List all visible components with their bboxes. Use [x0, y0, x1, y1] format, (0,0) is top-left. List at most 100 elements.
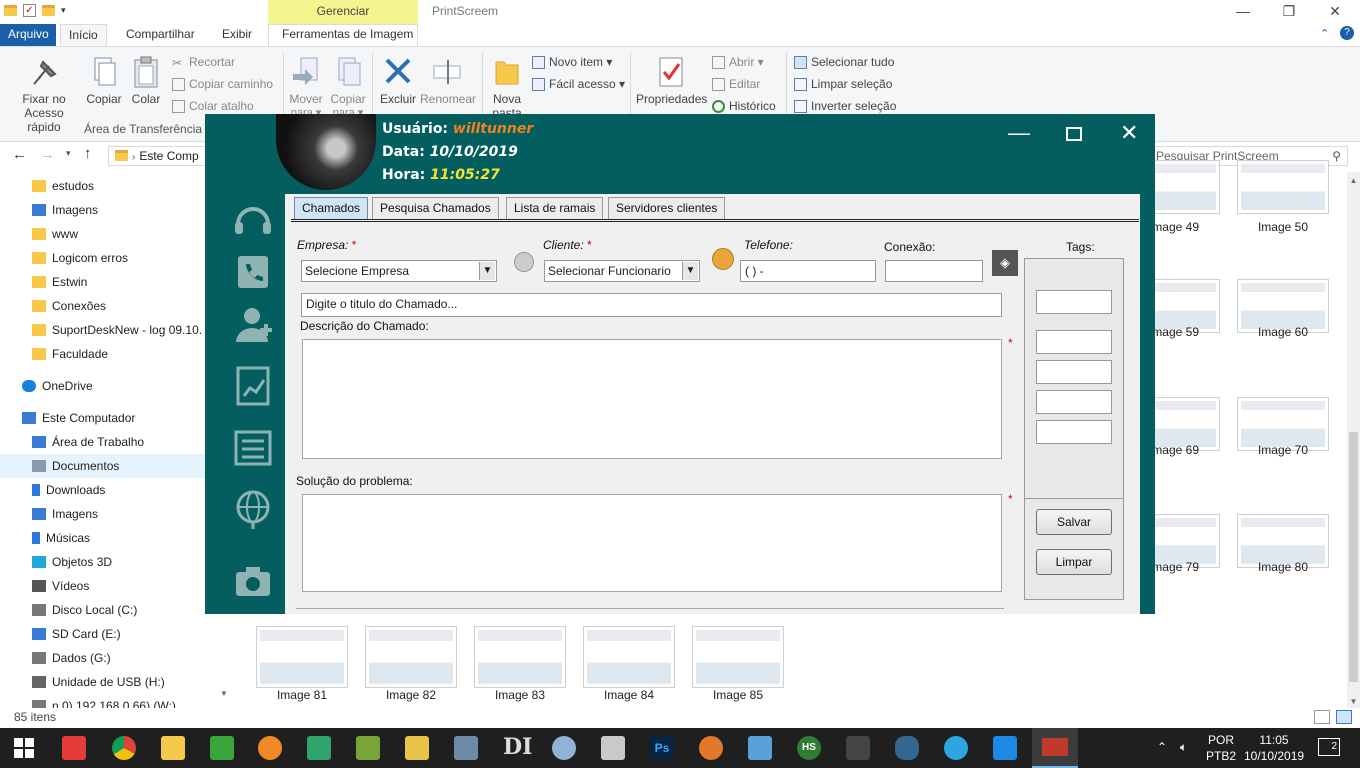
scroll-down-icon[interactable]: ▼: [1347, 697, 1360, 706]
nav-item[interactable]: Este Computador: [0, 406, 210, 430]
up-arrow-icon[interactable]: ↑: [84, 145, 92, 162]
pin-quick-access-button[interactable]: Fixar no Acesso rápido: [6, 56, 82, 134]
nav-item[interactable]: Vídeos: [0, 574, 210, 598]
tab-servidores-clientes[interactable]: Servidores clientes: [608, 197, 726, 220]
image-thumbnail[interactable]: [365, 626, 457, 688]
windows-start-icon[interactable]: [14, 738, 34, 761]
maximize-button[interactable]: ❐: [1266, 0, 1312, 24]
paste-shortcut-button[interactable]: Colar atalho: [172, 99, 254, 113]
nav-item[interactable]: Dados (G:): [0, 646, 210, 670]
image-thumbnail[interactable]: [583, 626, 675, 688]
tab-file[interactable]: Arquivo: [0, 24, 56, 46]
nav-item[interactable]: Estwin: [0, 270, 210, 294]
tab-home[interactable]: Início: [60, 24, 107, 46]
paste-button[interactable]: Colar: [128, 56, 164, 106]
nav-item[interactable]: Objetos 3D: [0, 550, 210, 574]
app-close-icon[interactable]: ✕: [1120, 120, 1138, 146]
nav-item[interactable]: Imagens: [0, 502, 210, 526]
open-button[interactable]: Abrir ▾: [712, 55, 764, 69]
nav-item[interactable]: SuportDeskNew - log 09.10.: [0, 318, 210, 342]
nav-item[interactable]: Faculdade: [0, 342, 210, 366]
tag-input[interactable]: [1036, 360, 1112, 384]
file-explorer-icon[interactable]: [161, 736, 185, 760]
cut-button[interactable]: ✂ Recortar: [172, 55, 235, 70]
app-minimize-icon[interactable]: —: [1008, 120, 1030, 146]
nav-item[interactable]: SD Card (E:): [0, 622, 210, 646]
address-bar[interactable]: › Este Comp: [108, 146, 208, 166]
tray-expand-icon[interactable]: ⌃: [1157, 740, 1167, 754]
network-globe-icon[interactable]: [232, 490, 274, 530]
minimize-button[interactable]: —: [1220, 0, 1266, 24]
taskbar-app-icon[interactable]: [699, 736, 723, 760]
tab-chamados[interactable]: Chamados: [294, 197, 369, 220]
taskbar-app-icon[interactable]: [405, 736, 429, 760]
nav-item[interactable]: www: [0, 222, 210, 246]
chrome-icon[interactable]: [112, 736, 136, 760]
cliente-person-icon[interactable]: [712, 248, 734, 270]
checklist-icon[interactable]: [232, 428, 274, 468]
vscode-icon[interactable]: [993, 736, 1017, 760]
nav-item[interactable]: Disco Local (C:): [0, 598, 210, 622]
hs-app-icon[interactable]: HS: [797, 736, 821, 760]
image-thumbnail[interactable]: [256, 626, 348, 688]
photoshop-icon[interactable]: Ps: [650, 736, 674, 760]
nav-item[interactable]: Unidade de USB (H:): [0, 670, 210, 694]
scroll-down-icon[interactable]: ▼: [218, 689, 230, 698]
nav-item[interactable]: Documentos: [0, 454, 210, 478]
copy-to-button[interactable]: Copiar para ▾: [330, 56, 366, 119]
nav-item[interactable]: Logicom erros: [0, 246, 210, 270]
rename-button[interactable]: Renomear: [420, 56, 476, 106]
paint-icon[interactable]: [552, 736, 576, 760]
tab-image-tools[interactable]: Ferramentas de Imagem: [274, 24, 421, 46]
large-icons-view-icon[interactable]: [1336, 710, 1352, 724]
add-user-icon[interactable]: [232, 304, 274, 344]
ribbon-collapse-icon[interactable]: ⌃: [1320, 27, 1329, 40]
easy-access-button[interactable]: Fácil acesso ▾: [532, 77, 625, 91]
tab-lista-ramais[interactable]: Lista de ramais: [506, 197, 604, 220]
nav-item[interactable]: OneDrive: [0, 374, 210, 398]
image-thumbnail[interactable]: [474, 626, 566, 688]
cliente-select[interactable]: Selecionar Funcionario ▼: [544, 260, 700, 282]
properties-check-icon[interactable]: ✓: [23, 4, 36, 17]
save-button[interactable]: Salvar: [1036, 509, 1112, 535]
conexao-input[interactable]: [885, 260, 983, 282]
taskbar-app-icon[interactable]: [454, 736, 478, 760]
recent-dropdown-icon[interactable]: ▾: [66, 148, 71, 159]
report-chart-icon[interactable]: [232, 366, 274, 406]
phone-book-icon[interactable]: [232, 252, 274, 292]
tag-input[interactable]: [1036, 390, 1112, 414]
telefone-input[interactable]: ( ) -: [740, 260, 876, 282]
details-view-icon[interactable]: [1314, 710, 1330, 724]
back-arrow-icon[interactable]: ←: [12, 146, 27, 163]
scroll-thumb[interactable]: [1349, 432, 1358, 682]
postgres-icon[interactable]: [895, 736, 919, 760]
taskbar-app-icon[interactable]: [601, 736, 625, 760]
empresa-search-icon[interactable]: [514, 252, 534, 272]
help-icon[interactable]: ?: [1340, 26, 1354, 40]
tag-input[interactable]: [1036, 290, 1112, 314]
new-folder-icon[interactable]: [42, 5, 55, 16]
forward-arrow-icon[interactable]: →: [40, 146, 55, 163]
solucao-textarea[interactable]: [302, 494, 1002, 592]
taskbar-app-icon[interactable]: [307, 736, 331, 760]
empresa-select[interactable]: Selecione Empresa ▼: [301, 260, 497, 282]
remote-connect-icon[interactable]: ◈: [992, 250, 1018, 276]
edit-button[interactable]: Editar: [712, 77, 760, 91]
history-button[interactable]: Histórico: [712, 99, 776, 113]
tab-pesquisa-chamados[interactable]: Pesquisa Chamados: [372, 197, 499, 220]
taskbar-app-icon[interactable]: [258, 736, 282, 760]
taskbar-app-icon[interactable]: [62, 736, 86, 760]
content-scrollbar[interactable]: ▲ ▼: [1347, 172, 1360, 708]
volume-icon[interactable]: 🔈︎: [1180, 740, 1187, 755]
move-to-button[interactable]: Mover para ▾: [288, 56, 324, 119]
qa-dropdown-icon[interactable]: ▾: [61, 5, 66, 16]
invert-selection-button[interactable]: Inverter seleção: [794, 99, 896, 113]
taskbar-app-icon[interactable]: [356, 736, 380, 760]
copy-button[interactable]: Copiar: [84, 56, 124, 106]
headset-icon[interactable]: [232, 200, 274, 240]
app-maximize-icon[interactable]: [1066, 127, 1082, 141]
nav-item[interactable]: Músicas: [0, 526, 210, 550]
di-app-icon[interactable]: DI: [503, 734, 532, 760]
title-input[interactable]: Digite o titulo do Chamado...: [301, 293, 1002, 317]
new-item-button[interactable]: Novo item ▾: [532, 55, 612, 69]
